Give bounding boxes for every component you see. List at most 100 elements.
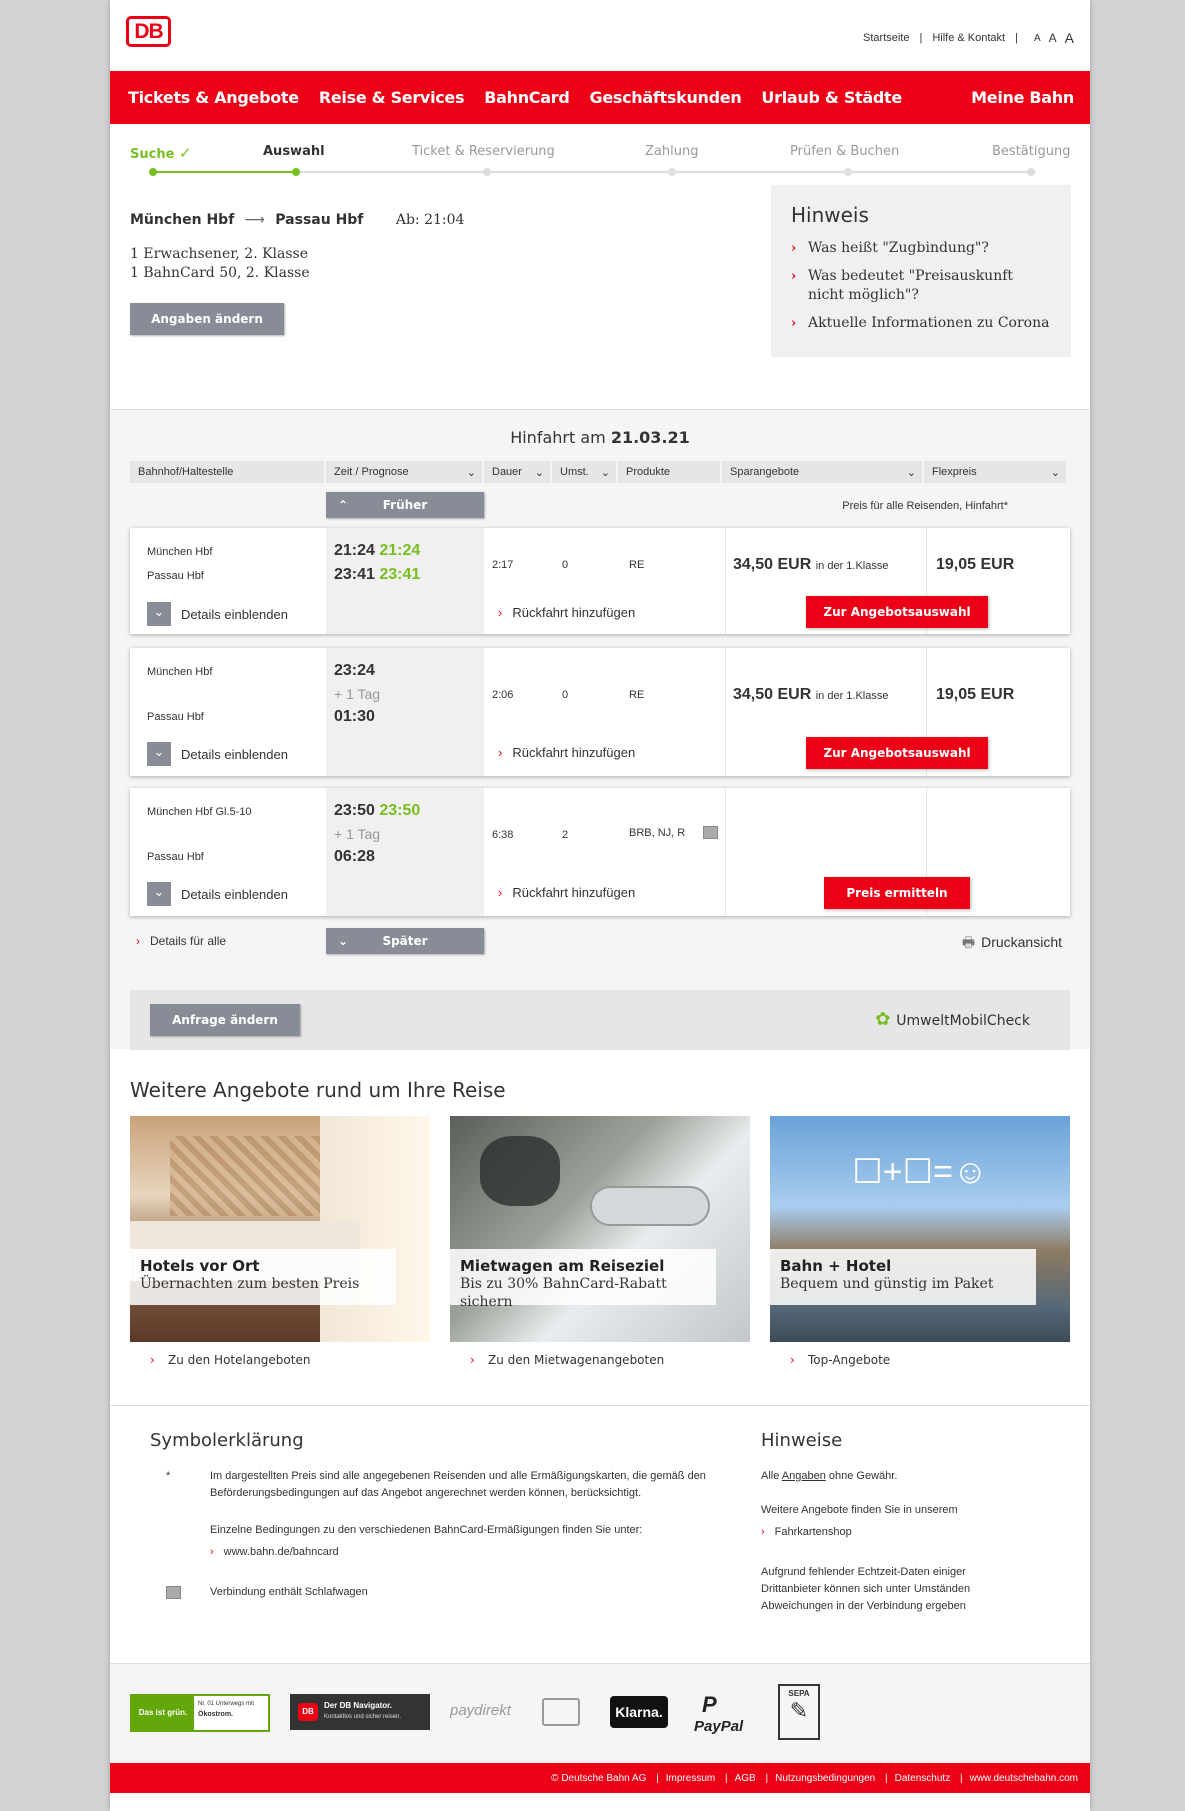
umwelt-link[interactable]: ✿ UmweltMobilCheck [875, 1009, 1030, 1030]
col-flex[interactable]: Flexpreis ⌄ [924, 461, 1066, 483]
offer-link[interactable]: › Top-Angebote [790, 1353, 890, 1367]
get-price-button[interactable]: Preis ermitteln [824, 877, 970, 909]
offer-tile-bahn-hotel[interactable]: ☐+☐=☺ Bahn + Hotel Bequem und günstig im … [770, 1116, 1070, 1381]
sepa-logo[interactable]: SEPA ✎ [778, 1684, 820, 1740]
connection-card[interactable]: 23:50 23:50 + 1 Tag 06:28 München Hbf Gl… [130, 788, 1070, 916]
bahncard-link[interactable]: › www.bahn.de/bahncard [210, 1544, 339, 1561]
footer-impressum[interactable]: Impressum [666, 1773, 715, 1784]
duration: 6:38 [492, 829, 514, 841]
expand-details-button[interactable]: ⌄ [147, 742, 171, 766]
step-auswahl: Auswahl [263, 144, 325, 159]
nav-reise[interactable]: Reise & Services [319, 88, 465, 107]
divider [725, 788, 726, 916]
offer-tile-hotel[interactable]: Hotels vor Ort Übernachten zum besten Pre… [130, 1116, 430, 1381]
nav-meine-bahn[interactable]: Meine Bahn [971, 88, 1074, 107]
from-station: München Hbf Gl.5-10 [147, 806, 252, 818]
main-nav: Tickets & Angebote Reise & Services Bahn… [110, 71, 1090, 124]
progress-fill [153, 171, 296, 173]
arrival-time: 06:28 [334, 848, 375, 865]
hinweis-link-corona[interactable]: › Aktuelle Informationen zu Corona [791, 314, 1051, 333]
details-label[interactable]: Details einblenden [181, 887, 288, 902]
nav-urlaub[interactable]: Urlaub & Städte [761, 88, 902, 107]
hinweise-line-1: Alle Angaben ohne Gewähr. [761, 1470, 898, 1482]
col-spar[interactable]: Sparangebote ⌄ [722, 461, 922, 483]
to-station: Passau Hbf [147, 711, 204, 723]
chevron-right-icon: › [791, 241, 797, 256]
startseite-link[interactable]: Startseite [863, 32, 909, 44]
more-offers-title: Weitere Angebote rund um Ihre Reise [130, 1078, 506, 1102]
chevron-right-icon: › [210, 1546, 214, 1558]
select-offer-button[interactable]: Zur Angebotsauswahl [806, 596, 988, 628]
details-label[interactable]: Details einblenden [181, 747, 288, 762]
font-size-large[interactable]: A [1065, 30, 1074, 46]
footer-datenschutz[interactable]: Datenschutz [895, 1773, 951, 1784]
print-link[interactable]: 🖶 Druckansicht [962, 932, 1062, 956]
expand-details-button[interactable]: ⌄ [147, 882, 171, 906]
changes: 0 [562, 559, 569, 571]
footer-agb[interactable]: AGB [735, 1773, 756, 1784]
font-size-medium[interactable]: A [1049, 31, 1057, 45]
paydirekt-logo[interactable]: paydirekt [450, 1702, 511, 1719]
add-return-link[interactable]: › Rückfahrt hinzufügen [498, 885, 635, 900]
hinweis-link-zugbindung[interactable]: › Was heißt "Zugbindung"? [791, 239, 1051, 258]
hinweise-line-2: Weitere Angebote finden Sie in unserem [761, 1504, 958, 1516]
from-station: München Hbf [130, 212, 235, 228]
chevron-down-icon: ⌄ [338, 934, 349, 948]
nav-bahncard[interactable]: BahnCard [484, 88, 570, 107]
step-suche[interactable]: Suche ✓ [130, 144, 192, 162]
chevron-down-icon: ⌄ [600, 467, 610, 479]
hilfe-link[interactable]: Hilfe & Kontakt [932, 32, 1005, 44]
connection-card[interactable]: 21:24 21:24 23:41 23:41 München Hbf Pass… [130, 528, 1070, 634]
paypal-logo[interactable]: P PayPal [694, 1692, 743, 1735]
font-size-small[interactable]: A [1034, 33, 1041, 44]
offer-link[interactable]: › Zu den Mietwagenangeboten [470, 1353, 664, 1367]
chevron-down-icon: ⌄ [466, 467, 476, 479]
footer-website[interactable]: www.deutschebahn.com [970, 1773, 1078, 1784]
chevron-right-icon: › [498, 605, 503, 620]
chevron-right-icon: › [761, 1526, 765, 1538]
duration: 2:06 [492, 689, 514, 701]
fahrkartenshop-link[interactable]: › Fahrkartenshop [761, 1524, 852, 1541]
col-duration[interactable]: Dauer ⌄ [484, 461, 550, 483]
klarna-logo[interactable]: Klarna. [610, 1696, 668, 1728]
chevron-down-icon: ⌄ [153, 884, 165, 899]
offer-label: Hotels vor Ort Übernachten zum besten Pre… [130, 1249, 396, 1305]
change-request-button[interactable]: Anfrage ändern [150, 1004, 300, 1036]
connection-card[interactable]: 23:24 + 1 Tag 01:30 München Hbf Passau H… [130, 648, 1070, 776]
earlier-button[interactable]: ⌃ Früher [326, 492, 484, 518]
change-details-button[interactable]: Angaben ändern [130, 303, 284, 335]
products: RE [629, 689, 645, 701]
chevron-right-icon: › [791, 269, 797, 284]
expand-details-button[interactable]: ⌄ [147, 602, 171, 626]
offer-tile-car[interactable]: Mietwagen am Reiseziel Bis zu 30% BahnCar… [450, 1116, 750, 1381]
hinweise-line-3: Aufgrund fehlender Echtzeit-Daten einige… [761, 1566, 971, 1612]
nav-geschaeftskunden[interactable]: Geschäftskunden [589, 88, 741, 107]
flower-icon: ✿ [875, 1009, 891, 1030]
add-return-link[interactable]: › Rückfahrt hinzufügen [498, 745, 635, 760]
select-offer-button[interactable]: Zur Angebotsauswahl [806, 737, 988, 769]
angaben-link[interactable]: Angaben [782, 1470, 826, 1482]
footer-nutzung[interactable]: Nutzungsbedingungen [775, 1773, 875, 1784]
credit-card-icon[interactable] [542, 1698, 580, 1726]
journey-summary: München Hbf ⟶ Passau Hbf Ab: 21:04 1 Erw… [130, 212, 464, 335]
hinweis-link-preisauskunft[interactable]: › Was bedeutet "Preisauskunft nicht mögli… [791, 267, 1051, 305]
later-button[interactable]: ⌄ Später [326, 928, 484, 954]
details-all-link[interactable]: › Details für alle [136, 934, 226, 948]
chevron-down-icon: ⌄ [1050, 467, 1060, 479]
duration: 2:17 [492, 559, 514, 571]
departure-time: Ab: 21:04 [395, 212, 465, 228]
db-logo[interactable]: DB [126, 16, 171, 47]
sleeper-icon [703, 826, 718, 839]
price-note: Preis für alle Reisenden, Hinfahrt* [842, 500, 1008, 512]
arrival-time: 23:41 23:41 [334, 566, 421, 583]
col-changes[interactable]: Umst. ⌄ [552, 461, 616, 483]
add-return-link[interactable]: › Rückfahrt hinzufügen [498, 605, 635, 620]
departure-time: 21:24 21:24 [334, 542, 421, 559]
offer-link[interactable]: › Zu den Hotelangeboten [150, 1353, 310, 1367]
nav-tickets[interactable]: Tickets & Angebote [128, 88, 299, 107]
col-time[interactable]: Zeit / Prognose ⌄ [326, 461, 482, 483]
oekostrom-logo[interactable]: Das ist grün. Nr. 01 Unterwegs mit Ökost… [130, 1694, 270, 1732]
legend-title: Symbolerklärung [150, 1430, 304, 1451]
db-navigator-logo[interactable]: DB Der DB Navigator. Kontaktlos und sich… [290, 1694, 430, 1730]
details-label[interactable]: Details einblenden [181, 607, 288, 622]
